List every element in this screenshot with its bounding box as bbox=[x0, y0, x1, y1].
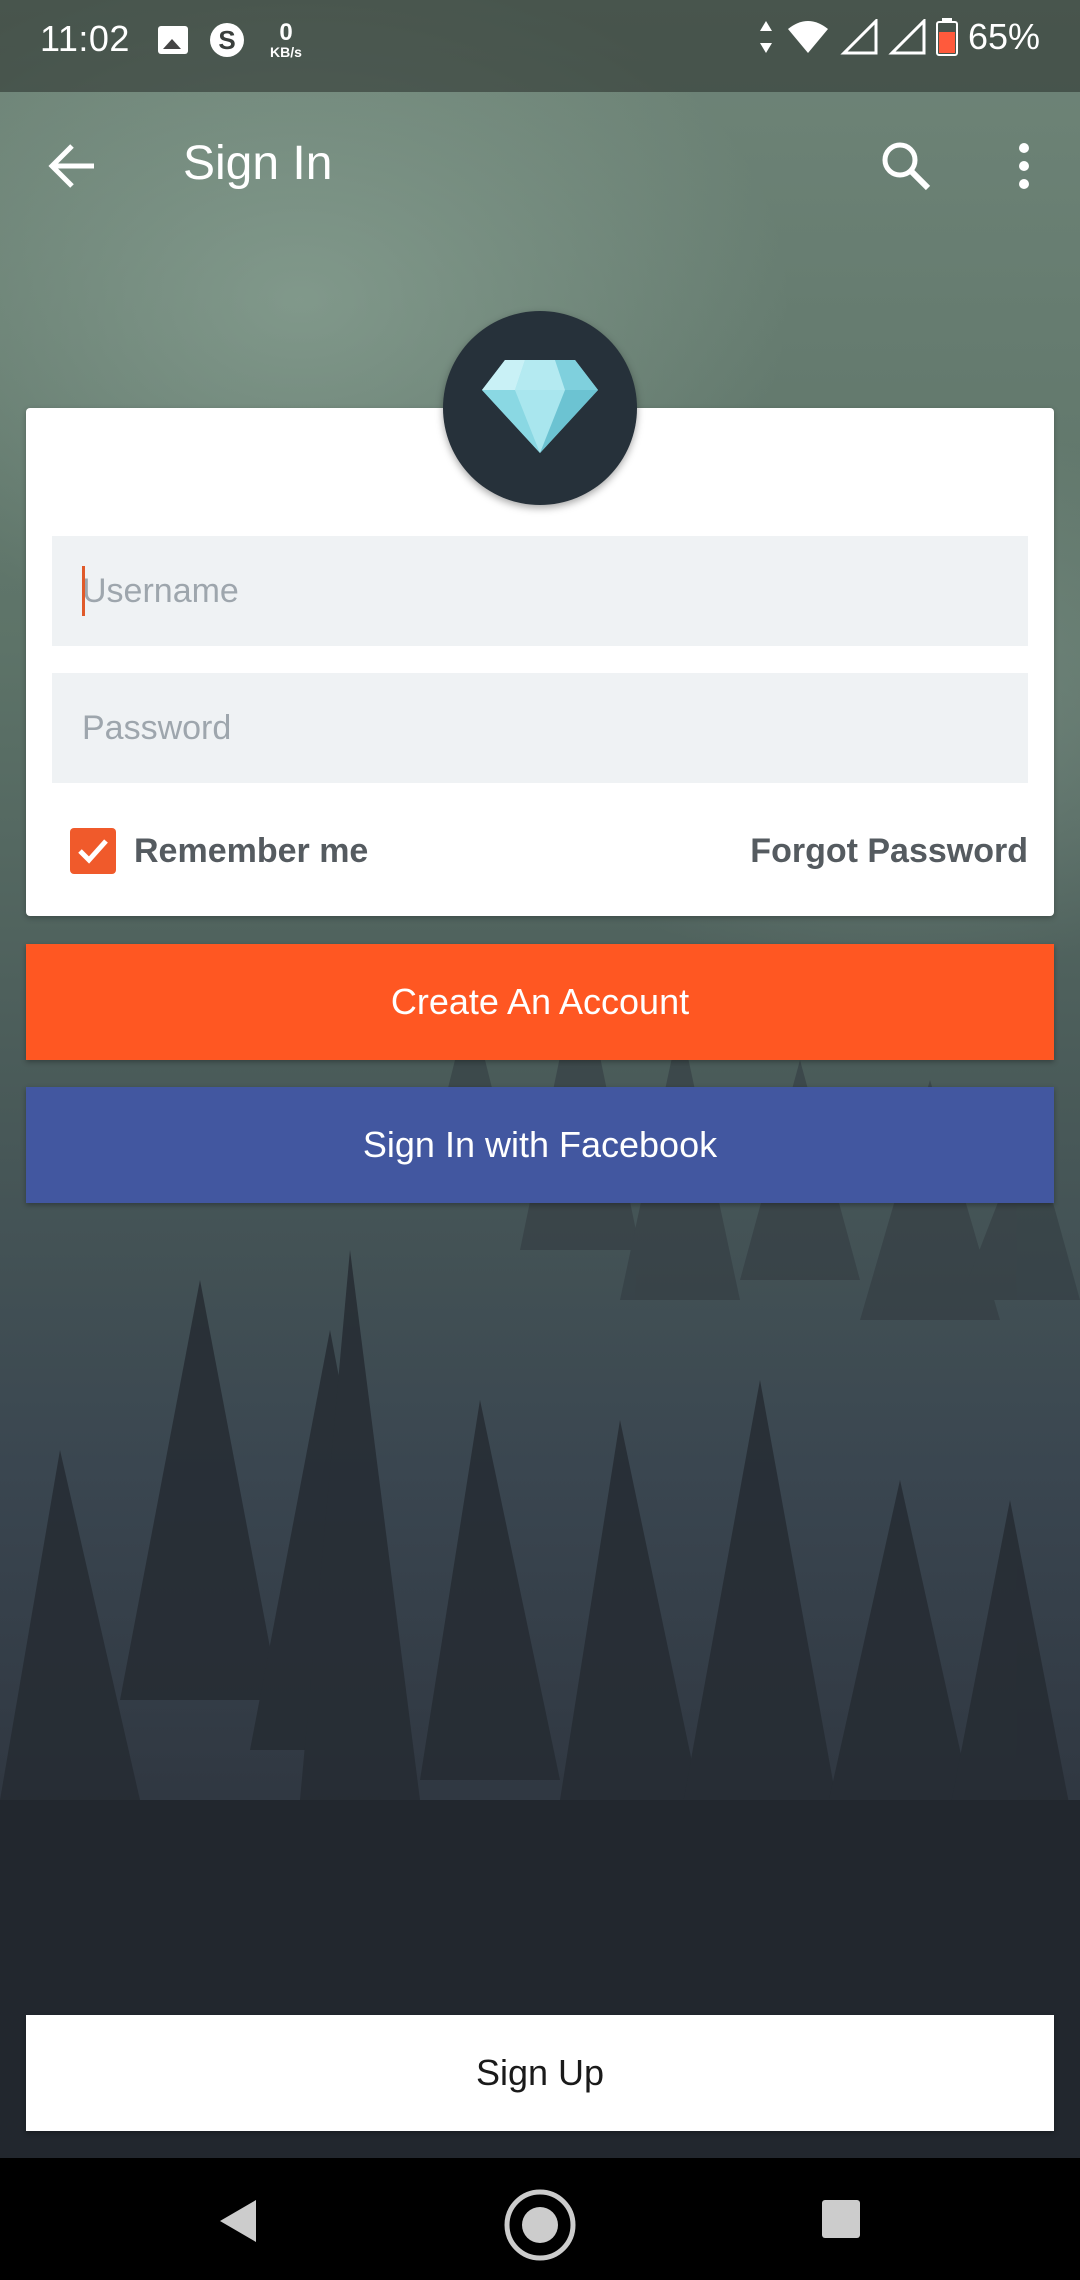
page-title: Sign In bbox=[183, 137, 333, 190]
search-icon[interactable] bbox=[876, 136, 936, 196]
data-rate-unit: KB/s bbox=[270, 44, 302, 60]
sign-in-screen: 11:02 S 0 KB/s 65% Sign In Username Reme… bbox=[0, 0, 1080, 2280]
nav-back-icon[interactable] bbox=[216, 2198, 260, 2244]
nav-recents-icon[interactable] bbox=[822, 2200, 860, 2238]
remember-label[interactable]: Remember me bbox=[134, 832, 368, 871]
battery-percent: 65% bbox=[967, 16, 1040, 57]
wifi-icon bbox=[787, 21, 828, 53]
skype-icon: S bbox=[210, 23, 244, 57]
app-bar: Sign In bbox=[0, 92, 1080, 240]
check-icon bbox=[78, 839, 108, 864]
remember-checkbox[interactable] bbox=[70, 828, 116, 874]
app-logo bbox=[443, 311, 637, 505]
nav-home-icon[interactable] bbox=[503, 2188, 577, 2262]
text-cursor bbox=[82, 566, 85, 616]
data-rate-value: 0 bbox=[279, 19, 293, 46]
status-notification-icons: S 0 KB/s bbox=[158, 20, 306, 60]
username-field[interactable] bbox=[52, 536, 1028, 646]
password-input[interactable] bbox=[52, 673, 1028, 783]
data-rate: 0 KB/s bbox=[266, 19, 306, 60]
remember-row: Remember me Forgot Password bbox=[70, 828, 1028, 876]
create-account-button[interactable]: Create An Account bbox=[26, 944, 1054, 1060]
diamond-icon bbox=[482, 360, 598, 453]
password-field[interactable] bbox=[52, 673, 1028, 783]
forgot-password-link[interactable]: Forgot Password bbox=[750, 832, 1028, 871]
sign-up-button[interactable]: Sign Up bbox=[26, 2015, 1054, 2131]
back-arrow-icon[interactable] bbox=[44, 136, 104, 196]
status-system-icons: 65% bbox=[756, 16, 1040, 58]
system-nav-bar bbox=[0, 2158, 1080, 2280]
status-bar: 11:02 S 0 KB/s 65% bbox=[0, 0, 1080, 92]
image-icon bbox=[158, 26, 188, 54]
more-vert-icon[interactable] bbox=[1000, 136, 1048, 196]
data-arrows-icon bbox=[759, 21, 772, 53]
signal-icon bbox=[840, 19, 878, 55]
battery-icon bbox=[935, 18, 958, 56]
facebook-signin-button[interactable]: Sign In with Facebook bbox=[26, 1087, 1054, 1203]
status-time: 11:02 bbox=[40, 18, 130, 59]
username-input[interactable] bbox=[52, 536, 1028, 646]
signal-icon bbox=[888, 19, 926, 55]
